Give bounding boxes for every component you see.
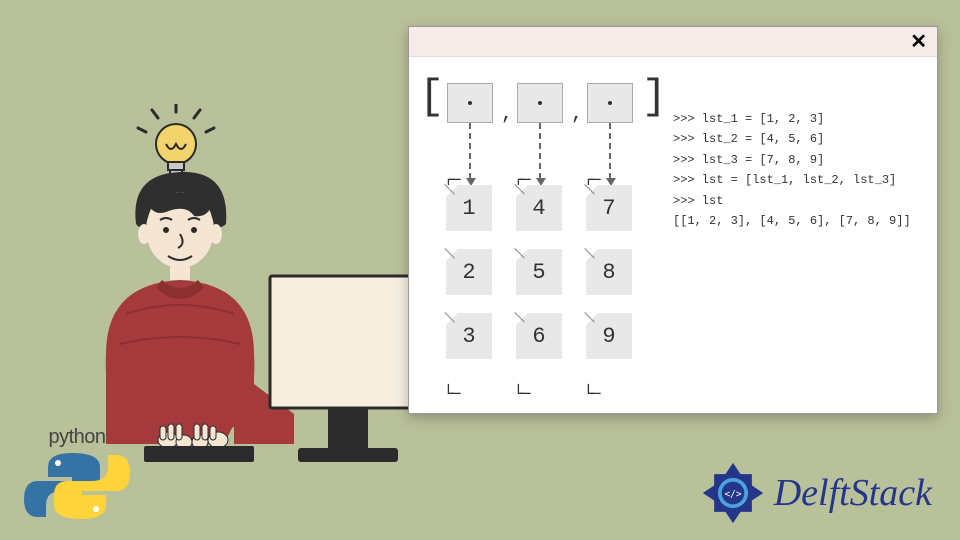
comma: , [501,103,513,126]
outer-slot-3 [587,83,633,123]
python-logo-text: python [22,426,132,449]
delftstack-logo-text: DelftStack [774,471,932,515]
code-line: [[1, 2, 3], [4, 5, 6], [7, 8, 9]] [673,214,911,228]
sublist-2: ┌─ 4 5 6 └─ [509,185,569,391]
cell: 4 [516,185,562,231]
cell: 8 [586,249,632,295]
sublist-1: ┌─ 1 2 3 └─ [439,185,499,391]
close-icon[interactable]: ✕ [910,32,927,52]
cell: 1 [446,185,492,231]
outer-slot-2 [517,83,563,123]
cell: 7 [586,185,632,231]
python-logo: python [22,426,132,526]
svg-text:</>: </> [724,489,741,500]
comma: , [571,103,583,126]
sublist-3: ┌─ 7 8 9 └─ [579,185,639,391]
code-line: >>> lst = [lst_1, lst_2, lst_3] [673,173,896,187]
cell: 5 [516,249,562,295]
outer-slot-1 [447,83,493,123]
cell: 6 [516,313,562,359]
arrow-icon [609,123,611,179]
arrow-icon [469,123,471,179]
nested-list-diagram: [ , , ] ┌─ 1 2 3 └─ ┌─ 4 5 [423,73,663,403]
arrow-icon [539,123,541,179]
delftstack-logo: </> DelftStack [700,460,932,526]
code-line: >>> lst_2 = [4, 5, 6] [673,132,824,146]
window-content: [ , , ] ┌─ 1 2 3 └─ ┌─ 4 5 [409,57,937,419]
sub-close-bracket: └─ [443,385,457,405]
sub-close-bracket: └─ [513,385,527,405]
outer-close-bracket: ] [642,73,667,121]
code-line: >>> lst_3 = [7, 8, 9] [673,153,824,167]
delftstack-emblem-icon: </> [700,460,766,526]
python-repl-output: >>> lst_1 = [1, 2, 3] >>> lst_2 = [4, 5,… [663,73,923,403]
outer-open-bracket: [ [419,73,444,121]
python-snakes-icon [22,451,132,521]
popup-window: ✕ [ , , ] ┌─ 1 2 3 └─ ┌─ [408,26,938,414]
cell: 2 [446,249,492,295]
sub-close-bracket: └─ [583,385,597,405]
cell: 9 [586,313,632,359]
titlebar: ✕ [409,27,937,57]
code-line: >>> lst [673,194,723,208]
cell: 3 [446,313,492,359]
code-line: >>> lst_1 = [1, 2, 3] [673,112,824,126]
